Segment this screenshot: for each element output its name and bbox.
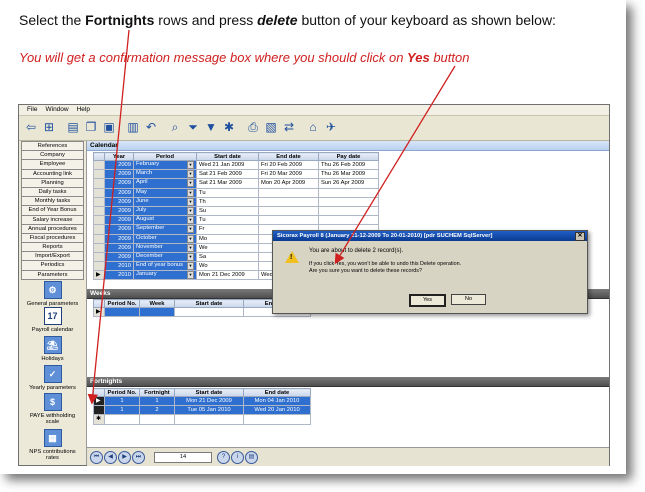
arrow-to-yes-button <box>334 65 456 265</box>
arrow-to-fortnights-rows <box>87 29 130 405</box>
tutorial-sheet: Select the Fortnights rows and press del… <box>0 0 626 474</box>
annotation-arrows <box>87 29 456 405</box>
